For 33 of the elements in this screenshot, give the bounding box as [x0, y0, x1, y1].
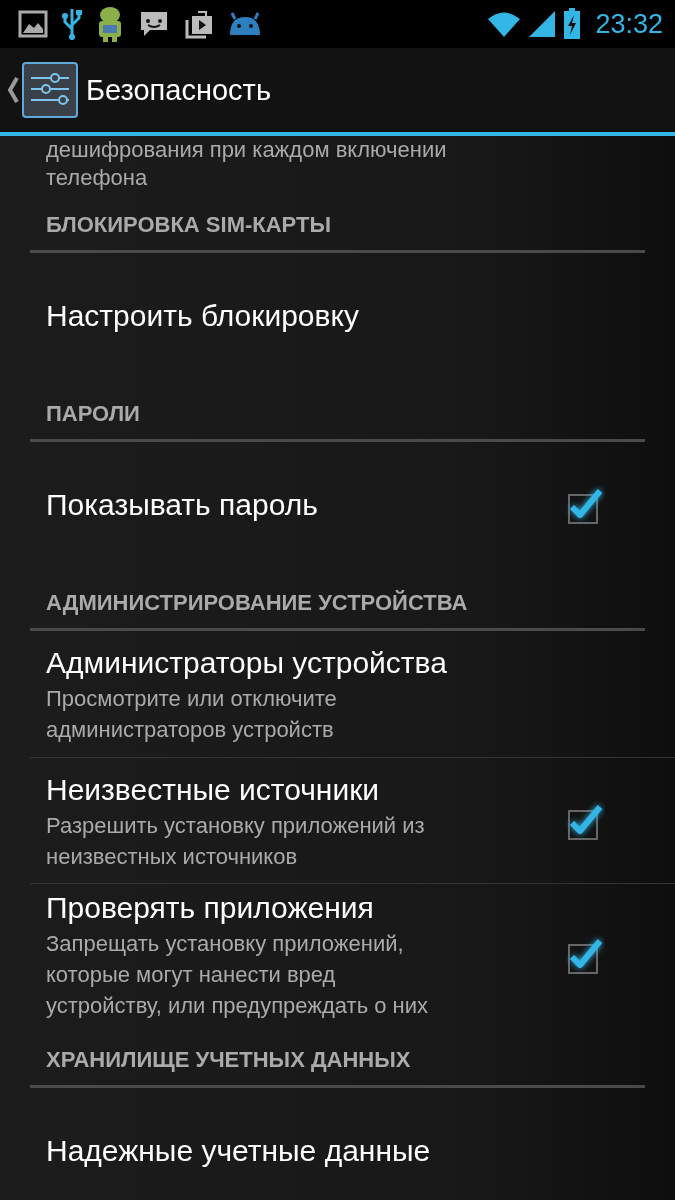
wifi-icon: [487, 10, 522, 38]
preference-row[interactable]: Неизвестные источники Разрешить установку приложений из неизвестных источников: [30, 757, 675, 883]
preference-row[interactable]: Проверять приложения Запрещать установку приложений, которые могут нанести вред устройству, или предупреждать о них: [30, 883, 675, 1025]
section-header: АДМИНИСТРИРОВАНИЕ УСТРОЙСТВА: [46, 590, 468, 615]
usb-icon: [62, 7, 82, 41]
preference-title: Неизвестные источники: [46, 771, 381, 808]
preference-summary: Запрещать установку приложений, которые могут нанести вред устройству, или предупреждать о них: [46, 930, 430, 1020]
chat-icon: [138, 9, 170, 39]
preference-title: Настроить блокировку: [46, 298, 360, 334]
section-header: БЛОКИРОВКА SIM-КАРТЫ: [46, 212, 331, 237]
preference-row[interactable]: Настроить блокировку: [0, 253, 675, 379]
preference-summary: Просмотрите или отключите администраторов устройств: [46, 685, 338, 744]
picture-icon: [18, 9, 48, 39]
section-header: ПАРОЛИ: [46, 401, 140, 426]
battery-charging-icon: [563, 8, 582, 40]
media-icon: [184, 9, 214, 39]
screen-title: Безопасность: [86, 73, 271, 107]
preference-row[interactable]: Администраторы устройства Просмотрите или отключите администраторов устройств: [0, 631, 675, 757]
section-header: ХРАНИЛИЩЕ УЧЕТНЫХ ДАННЫХ: [46, 1047, 411, 1072]
preference-summary: дешифрования при каждом включении телефона: [46, 136, 448, 192]
preference-title: Надежные учетные данные: [46, 1133, 432, 1169]
robot-icon: [96, 5, 124, 43]
preference-row[interactable]: Показывать пароль: [0, 442, 675, 568]
preference-title: Администраторы устройства: [46, 645, 448, 681]
signal-icon: [527, 10, 558, 38]
back-caret-icon: [7, 76, 19, 104]
preference-title: Проверять приложения: [46, 890, 375, 926]
robot-head-icon: [228, 11, 262, 37]
preference-title: Показывать пароль: [46, 487, 319, 523]
settings-icon: [22, 62, 78, 118]
preference-row[interactable]: Надежные учетные данные: [0, 1088, 675, 1200]
preference-summary: Разрешить установку приложений из неизвестных источников: [46, 811, 426, 871]
status-time: 23:32: [595, 8, 663, 40]
